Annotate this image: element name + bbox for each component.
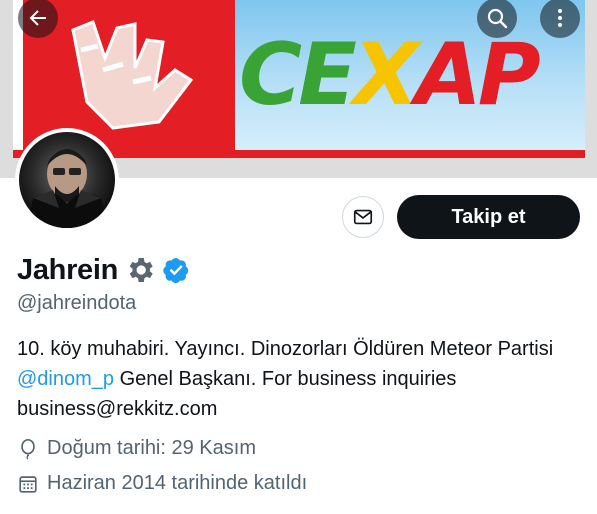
avatar-image xyxy=(19,132,115,228)
bio-mention-link[interactable]: @dinom_p xyxy=(17,368,114,390)
calendar-icon xyxy=(19,475,37,493)
bio-text: 10. köy muhabiri. Yayıncı. Dinozorları Ö… xyxy=(17,338,554,360)
birthday-row: Doğum tarihi: 29 Kasım xyxy=(17,437,256,460)
banner-letter: X xyxy=(352,25,419,125)
gear-icon xyxy=(129,258,153,282)
profile-bio: 10. köy muhabiri. Yayıncı. Dinozorları Ö… xyxy=(17,334,587,424)
search-icon xyxy=(487,8,508,29)
envelope-icon xyxy=(353,209,373,225)
balloon-icon xyxy=(21,438,35,460)
name-row: Jahrein xyxy=(17,250,190,290)
birthday-text: Doğum tarihi: 29 Kasım xyxy=(47,437,256,459)
banner-letter: P xyxy=(477,25,541,125)
message-button[interactable] xyxy=(342,196,384,238)
banner-letter: E xyxy=(298,25,357,125)
more-vertical-icon xyxy=(558,9,562,27)
joined-row: Haziran 2014 tarihinde katıldı xyxy=(17,472,307,495)
verified-badge-icon[interactable] xyxy=(162,256,190,284)
follow-button-label: Takip et xyxy=(451,205,526,228)
banner-letter: C xyxy=(239,25,302,125)
avatar[interactable] xyxy=(15,128,119,232)
joined-text: Haziran 2014 tarihinde katıldı xyxy=(47,472,308,494)
display-name: Jahrein xyxy=(17,253,119,286)
banner-letter: A xyxy=(415,25,482,125)
hand-logo-icon xyxy=(71,20,194,130)
arrow-left-icon xyxy=(29,10,46,26)
follow-button[interactable]: Takip et xyxy=(397,195,580,239)
user-handle: @jahreindota xyxy=(17,292,137,314)
